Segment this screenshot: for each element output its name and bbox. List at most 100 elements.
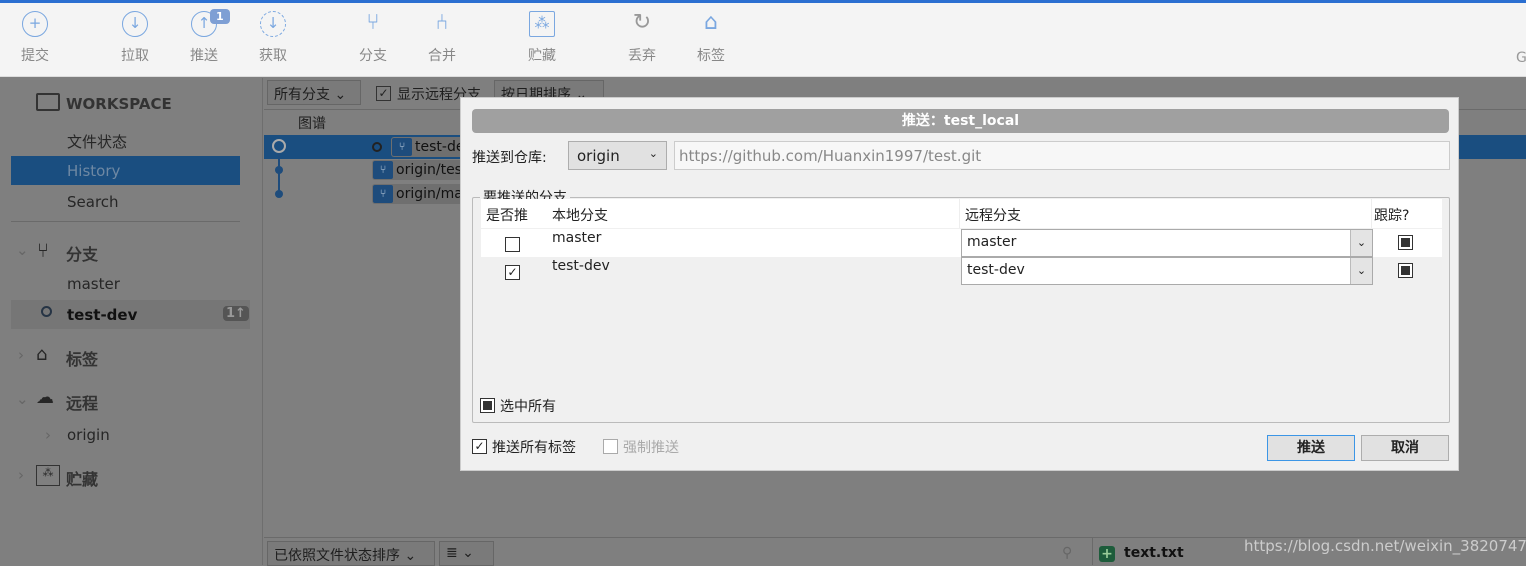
commit-node-icon [275,190,283,198]
chevron-down-icon: ⌄ [1350,230,1372,256]
remote-branch-dropdown[interactable]: master ⌄ [961,229,1373,257]
file-name[interactable]: text.txt [1124,545,1184,561]
discard-icon: ↻ [632,10,652,35]
chevron-down-icon[interactable]: ⌄ [16,241,29,259]
sidebar-remote-origin[interactable]: origin [67,426,110,444]
watermark: https://blog.csdn.net/weixin_38207472 [1244,537,1526,555]
local-branch: test-dev [552,258,610,274]
toolbar-overflow-item[interactable]: G [1516,50,1526,66]
table-row[interactable]: ✓ test-dev test-dev ⌄ [481,257,1442,286]
plus-circle-icon: + [22,11,48,37]
branch-button[interactable]: ⑂ 分支 [343,11,403,65]
col-remote: 远程分支 [965,208,1021,224]
tag-label: 标签 [697,48,725,64]
remote-value: origin [577,147,620,165]
tag-icon: ⌂ [36,344,48,365]
branches-heading[interactable]: 分支 [66,241,98,265]
push-label: 推送 [190,48,218,64]
arrow-down-circle-icon: ↓ [122,11,148,37]
remote-branch-value: master [967,234,1017,250]
graph-column-header: 图谱 [298,116,326,132]
chevron-down-icon: ⌄ [1350,258,1372,284]
force-push-label: 强制推送 [623,440,679,456]
merge-button[interactable]: ⑃ 合并 [412,11,472,65]
tag-button[interactable]: ⌂ 标签 [681,11,741,65]
push-count-badge: 1 [210,9,230,24]
stash-icon: ⁂ [529,11,555,37]
push-confirm-button[interactable]: 推送 [1267,435,1355,461]
search-icon[interactable]: ⚲ [1062,545,1072,561]
push-to-repo-label: 推送到仓库: [472,150,547,166]
remote-url-field[interactable]: https://github.com/Huanxin1997/test.git [674,141,1450,170]
chevron-right-icon[interactable]: › [18,466,24,484]
push-dialog: 推送：test_local 推送到仓库: origin ⌄ https://git… [460,97,1459,471]
chevron-right-icon[interactable]: › [18,346,24,364]
merge-icon: ⑃ [435,10,449,35]
push-all-tags-checkbox[interactable]: ✓ [472,439,487,454]
push-checkbox[interactable] [505,237,520,252]
remote-branch-value: test-dev [967,262,1025,278]
commit-button[interactable]: + 提交 [5,11,65,65]
branch-icon: ⑂ [373,161,393,179]
branch-filter-dropdown[interactable]: 所有分支 ⌄ [267,80,361,105]
added-file-icon: + [1099,546,1115,562]
test-dev-label: test-dev [67,306,138,324]
track-checkbox[interactable] [1398,235,1413,250]
sidebar-item-file-status[interactable]: 文件状态 [67,131,127,152]
divider [11,221,240,222]
stash-button[interactable]: ⁂ 贮藏 [512,11,572,65]
tags-heading[interactable]: 标签 [66,346,98,370]
show-remote-checkbox[interactable]: ✓ [376,86,391,101]
stash-label: 贮藏 [528,48,556,64]
ahead-badge: 1↑ [223,306,249,321]
push-button[interactable]: ↑ 1 推送 [174,9,234,65]
workspace-heading: WORKSPACE [66,95,172,113]
chevron-down-icon: ⌄ [648,147,658,160]
local-branch: master [552,230,602,246]
discard-label: 丢弃 [628,48,656,64]
chevron-right-icon[interactable]: › [45,426,51,444]
col-track: 跟踪? [1374,208,1410,224]
push-all-tags-label: 推送所有标签 [492,440,576,456]
table-row[interactable]: master master ⌄ [481,229,1442,258]
sidebar-item-history[interactable] [11,156,240,185]
commit-label: 提交 [21,48,49,64]
branch-icon: ⑂ [373,185,393,203]
fetch-button[interactable]: ↓ 获取 [243,11,303,65]
col-push: 是否推 [486,208,528,224]
branch-icon: ⑂ [37,238,49,262]
branch-filter-value: 所有分支 [274,87,330,103]
cancel-button[interactable]: 取消 [1361,435,1449,461]
discard-button[interactable]: ↻ 丢弃 [612,11,672,65]
force-push-checkbox[interactable] [603,439,618,454]
head-icon [372,142,382,152]
remote-dropdown[interactable]: origin ⌄ [568,141,667,170]
sidebar-item-search[interactable]: Search [67,193,119,211]
branch-icon: ⑂ [366,10,380,35]
remote-branch-dropdown[interactable]: test-dev ⌄ [961,257,1373,285]
remotes-heading[interactable]: 远程 [66,390,98,414]
col-local: 本地分支 [552,208,608,224]
file-sort-dropdown[interactable]: 已依照文件状态排序 ⌄ [267,541,435,566]
current-branch-icon [41,306,52,317]
commit-node-icon [272,139,286,153]
fetch-label: 获取 [259,48,287,64]
cloud-icon: ☁ [36,387,54,408]
track-checkbox[interactable] [1398,263,1413,278]
stash-icon: ⁂ [36,465,60,486]
pull-button[interactable]: ↓ 拉取 [105,11,165,65]
dialog-title: 推送：test_local [472,109,1449,133]
select-all-checkbox[interactable] [480,398,495,413]
push-checkbox[interactable]: ✓ [505,265,520,280]
commit-node-icon [275,166,283,174]
sidebar-branch-master[interactable]: master [67,275,120,293]
branch-icon: ⑂ [392,138,412,156]
file-sort-value: 已依照文件状态排序 [274,548,400,564]
sidebar-item-history-label: History [67,162,121,180]
monitor-icon [36,93,60,111]
stashes-heading[interactable]: 贮藏 [66,466,98,490]
view-mode-dropdown[interactable]: ≣ ⌄ [439,541,494,566]
list-icon: ≣ [446,545,458,561]
pull-label: 拉取 [121,48,149,64]
chevron-down-icon[interactable]: ⌄ [16,390,29,408]
